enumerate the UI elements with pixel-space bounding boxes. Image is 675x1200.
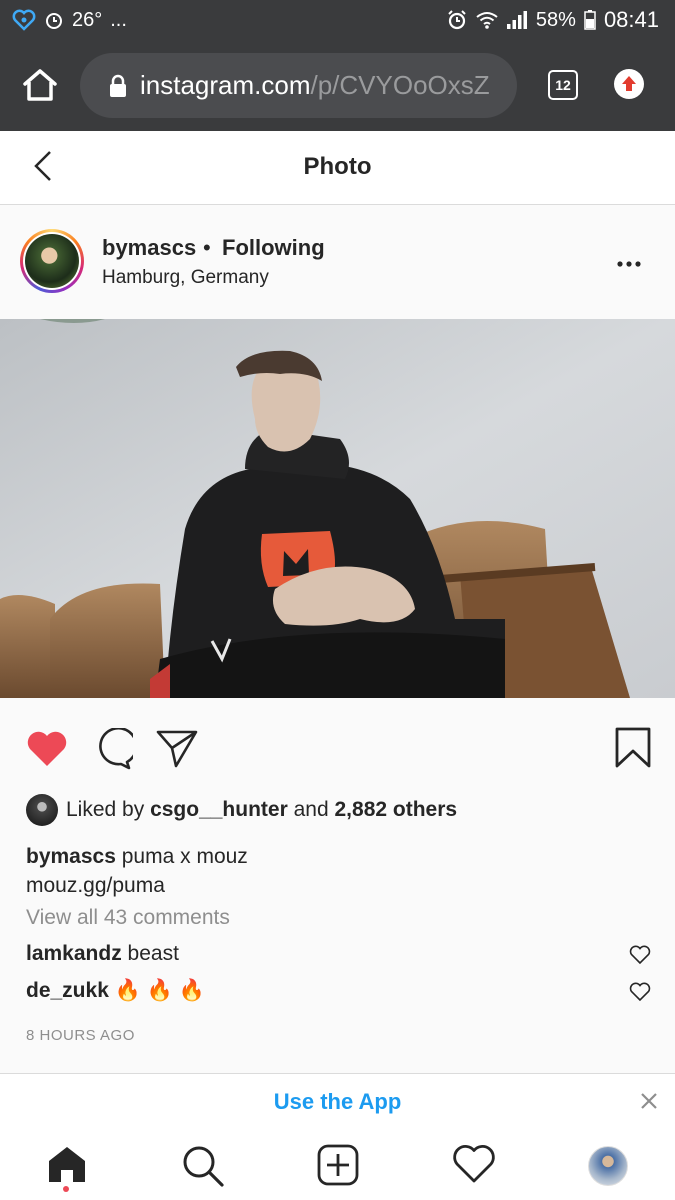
likes-summary[interactable]: Liked by csgo__hunter and 2,882 others xyxy=(26,794,457,826)
app-heart-icon xyxy=(12,8,36,32)
likes-middle: and xyxy=(293,798,329,821)
activity-heart-icon[interactable] xyxy=(452,1144,496,1189)
browser-toolbar: instagram.com/p/CVYOoOxsZ 12 xyxy=(0,40,675,131)
share-icon[interactable] xyxy=(156,728,198,773)
search-icon[interactable] xyxy=(181,1144,225,1193)
post-location[interactable]: Hamburg, Germany xyxy=(102,267,269,289)
comment-row: lamkandz beast xyxy=(26,942,179,966)
heart-filled-icon[interactable] xyxy=(26,730,68,773)
clock-time: 08:41 xyxy=(603,7,659,32)
home-icon[interactable] xyxy=(22,68,58,107)
temperature: 26° xyxy=(72,8,103,31)
caption-text: puma x mouz xyxy=(121,845,248,868)
url-host: instagram.com xyxy=(140,70,311,100)
close-icon[interactable] xyxy=(640,1092,658,1115)
battery-icon xyxy=(584,10,596,30)
bookmark-icon[interactable] xyxy=(614,726,652,773)
status-bar: 26° ... 58% 08:41 xyxy=(0,0,675,40)
comment-heart-icon[interactable] xyxy=(629,982,651,1007)
story-avatar[interactable] xyxy=(20,229,84,293)
caption-link[interactable]: mouz.gg/puma xyxy=(26,874,165,897)
url-path: /p/CVYOoOxsZ xyxy=(310,70,490,100)
profile-avatar-image xyxy=(588,1146,628,1186)
comment-heart-icon[interactable] xyxy=(629,945,651,970)
comment-username[interactable]: de_zukk xyxy=(26,979,109,1002)
comment-icon[interactable] xyxy=(91,726,138,775)
use-app-link[interactable]: Use the App xyxy=(0,1089,675,1115)
use-app-banner: Use the App xyxy=(0,1073,675,1131)
upload-icon[interactable] xyxy=(613,68,645,105)
bottom-nav xyxy=(0,1130,675,1200)
battery-percent: 58% xyxy=(535,8,576,31)
alarm-icon xyxy=(44,10,64,30)
url-bar[interactable]: instagram.com/p/CVYOoOxsZ xyxy=(80,53,517,118)
liker-avatar xyxy=(26,794,58,826)
post-header: bymascs • Following Hamburg, Germany xyxy=(0,205,675,319)
comment-text: 🔥 🔥 🔥 xyxy=(114,979,205,1002)
avatar-image xyxy=(25,234,79,288)
likes-prefix: Liked by xyxy=(66,798,145,821)
following-button[interactable]: Following xyxy=(222,235,325,261)
status-ellipsis: ... xyxy=(110,8,127,31)
url-text: instagram.com/p/CVYOoOxsZ xyxy=(140,70,490,101)
more-options-icon[interactable] xyxy=(616,255,642,273)
signal-icon xyxy=(506,10,528,30)
post-timestamp: 8 HOURS AGO xyxy=(26,1027,135,1044)
wifi-icon xyxy=(476,10,498,30)
photo-illustration xyxy=(0,319,675,698)
likes-count[interactable]: 2,882 others xyxy=(335,798,458,822)
post-username[interactable]: bymascs xyxy=(102,235,196,261)
page-header: Photo xyxy=(0,131,675,205)
comment-text: beast xyxy=(127,942,179,965)
caption-username[interactable]: bymascs xyxy=(26,845,116,868)
liker-username[interactable]: csgo__hunter xyxy=(150,798,288,822)
profile-avatar[interactable] xyxy=(588,1146,628,1186)
post-photo[interactable] xyxy=(0,319,675,698)
comment-username[interactable]: lamkandz xyxy=(26,942,122,965)
separator-dot: • xyxy=(203,235,211,260)
home-active-indicator xyxy=(63,1186,69,1192)
lock-icon xyxy=(108,74,128,98)
home-icon[interactable] xyxy=(46,1144,88,1189)
comment-row: de_zukk 🔥 🔥 🔥 xyxy=(26,979,205,1003)
add-post-icon[interactable] xyxy=(317,1144,359,1191)
post-caption: bymascs puma x mouz mouz.gg/puma xyxy=(26,842,248,900)
view-all-comments-link[interactable]: View all 43 comments xyxy=(26,906,230,930)
alarm-clock-icon xyxy=(446,9,468,31)
tabs-button[interactable]: 12 xyxy=(548,70,578,100)
post-actions xyxy=(0,720,675,780)
page-title: Photo xyxy=(303,153,372,180)
